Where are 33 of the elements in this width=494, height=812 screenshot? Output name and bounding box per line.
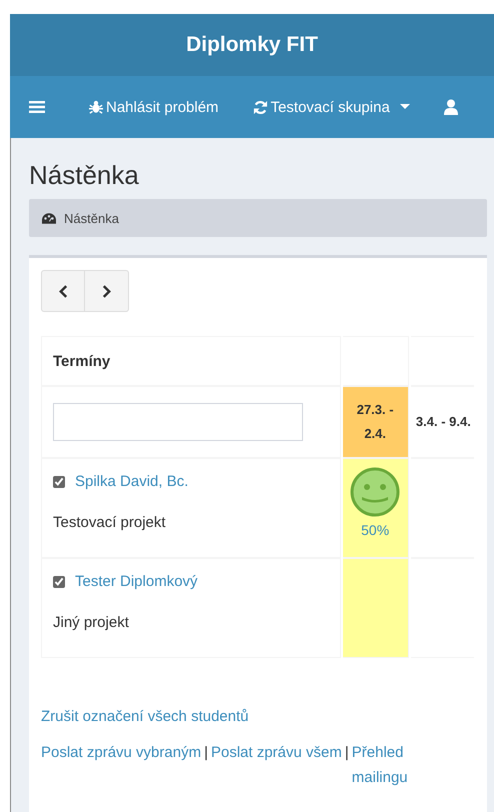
refresh-icon [252, 100, 268, 114]
next-button[interactable] [85, 270, 129, 312]
column-header: Termíny [53, 352, 110, 370]
mail-link[interactable]: Poslat zprávu všem [210, 740, 342, 765]
dashboard-icon [42, 212, 56, 224]
mail-link[interactable]: Poslat zprávu vybraným [41, 740, 202, 765]
separator: | [344, 744, 349, 761]
chevron-right-icon [102, 284, 111, 298]
user-icon [444, 99, 458, 115]
app-title: Diplomky FIT [186, 33, 318, 57]
nav-link[interactable]: Nahlásit problém [89, 98, 219, 116]
breadcrumb-link[interactable]: Nástěnka [64, 210, 119, 226]
menu-icon [29, 100, 45, 114]
student-link[interactable]: Spilka David, Bc. [75, 473, 188, 490]
student-link[interactable]: Tester Diplomkový [75, 573, 198, 590]
week-header: 27.3. - 2.4. [342, 386, 409, 458]
caret-icon [400, 104, 410, 110]
previous-button[interactable] [41, 270, 85, 312]
progress-link[interactable]: 50% [344, 522, 407, 538]
mail-link[interactable]: Přehled mailingu [352, 740, 414, 790]
smiley-icon [350, 467, 400, 517]
separator: | [204, 744, 208, 761]
week-header: 3.4. - 9.4. [410, 386, 474, 458]
unselect-link[interactable]: Zrušit označení všech studentů [41, 708, 249, 725]
checkbox[interactable] [53, 476, 65, 488]
bug-icon [89, 100, 103, 114]
project-name: Jiný projekt [53, 614, 130, 631]
checkbox[interactable] [53, 576, 65, 588]
filter-field[interactable] [53, 403, 303, 441]
chevron-left-icon [58, 284, 68, 298]
nav-link[interactable]: Testovací skupina [252, 98, 410, 116]
page-title: Nástěnka [29, 160, 140, 191]
project-name: Testovací projekt [53, 514, 167, 531]
